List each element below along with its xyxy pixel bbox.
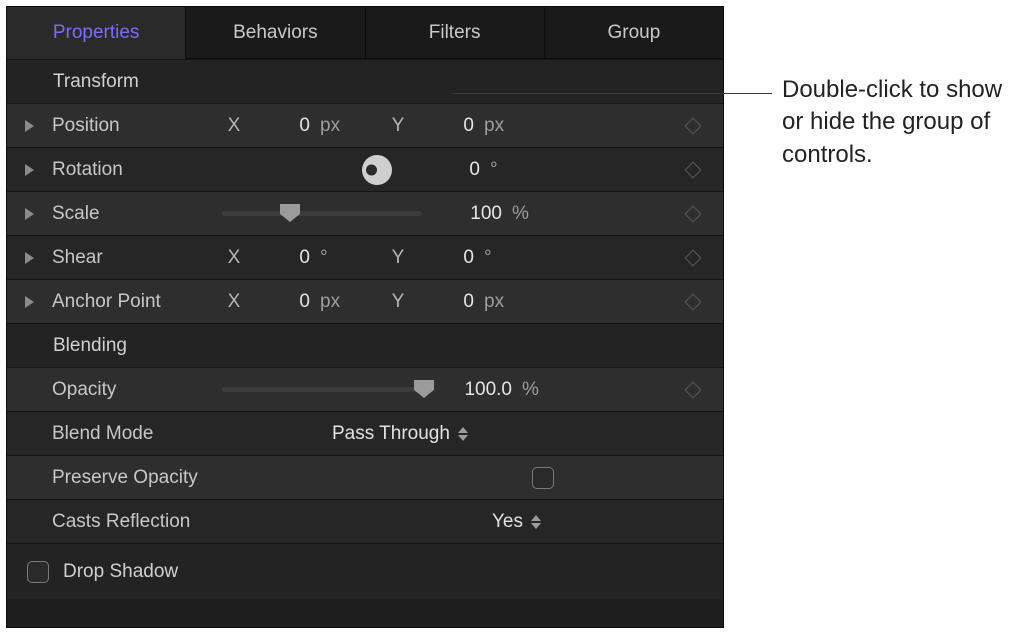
shear-controls: X 0 ° Y 0 ° bbox=[222, 247, 687, 269]
unit-label: ° bbox=[316, 247, 348, 269]
keyframe-diamond-icon[interactable] bbox=[685, 381, 702, 398]
disclosure-triangle-icon[interactable] bbox=[25, 208, 34, 220]
param-label: Preserve Opacity bbox=[52, 467, 252, 489]
section-title: Blending bbox=[53, 335, 127, 357]
casts-reflection-value: Yes bbox=[492, 511, 523, 533]
tab-properties[interactable]: Properties bbox=[7, 7, 186, 59]
slider-thumb-icon[interactable] bbox=[280, 204, 300, 222]
param-label: Shear bbox=[52, 247, 222, 269]
unit-label: px bbox=[316, 291, 348, 313]
unit-label: px bbox=[480, 291, 512, 313]
param-label: Anchor Point bbox=[52, 291, 222, 313]
tab-label: Filters bbox=[429, 22, 481, 44]
keyframe-diamond-icon[interactable] bbox=[685, 205, 702, 222]
param-label: Position bbox=[52, 115, 222, 137]
tab-group[interactable]: Group bbox=[545, 7, 723, 59]
row-rotation: Rotation 0 ° bbox=[7, 147, 723, 191]
casts-reflection-select[interactable]: Yes bbox=[492, 511, 541, 533]
blend-mode-value: Pass Through bbox=[332, 423, 450, 445]
row-preserve-opacity: Preserve Opacity bbox=[7, 455, 723, 499]
unit-label: px bbox=[480, 115, 512, 137]
row-casts-reflection: Casts Reflection Yes bbox=[7, 499, 723, 543]
tab-label: Properties bbox=[53, 22, 140, 44]
anchor-y-value[interactable]: 0 bbox=[416, 291, 474, 313]
row-opacity: Opacity 100.0 % bbox=[7, 367, 723, 411]
axis-label-x: X bbox=[222, 247, 246, 269]
axis-label-y: Y bbox=[386, 247, 410, 269]
param-label: Scale bbox=[52, 203, 222, 225]
shear-y-value[interactable]: 0 bbox=[416, 247, 474, 269]
scale-controls: 100 % bbox=[222, 200, 687, 228]
section-title: Drop Shadow bbox=[63, 561, 178, 583]
section-header-transform[interactable]: Transform bbox=[7, 59, 723, 103]
tab-behaviors[interactable]: Behaviors bbox=[186, 7, 365, 59]
position-x-value[interactable]: 0 bbox=[252, 115, 310, 137]
unit-label: ° bbox=[486, 159, 518, 181]
rotation-dial[interactable] bbox=[362, 155, 392, 185]
param-label: Blend Mode bbox=[52, 423, 222, 445]
keyframe-diamond-icon[interactable] bbox=[685, 249, 702, 266]
axis-label-y: Y bbox=[386, 115, 410, 137]
casts-controls: Yes bbox=[252, 511, 713, 533]
disclosure-triangle-icon[interactable] bbox=[25, 252, 34, 264]
axis-label-y: Y bbox=[386, 291, 410, 313]
unit-label: % bbox=[508, 203, 540, 225]
opacity-controls: 100.0 % bbox=[222, 376, 687, 404]
param-label: Casts Reflection bbox=[52, 511, 252, 533]
anchor-x-value[interactable]: 0 bbox=[252, 291, 310, 313]
slider-thumb-icon[interactable] bbox=[414, 380, 434, 398]
keyframe-diamond-icon[interactable] bbox=[685, 161, 702, 178]
axis-label-x: X bbox=[222, 291, 246, 313]
row-shear: Shear X 0 ° Y 0 ° bbox=[7, 235, 723, 279]
keyframe-diamond-icon[interactable] bbox=[685, 293, 702, 310]
inspector-panel: Properties Behaviors Filters Group Trans… bbox=[6, 6, 724, 628]
updown-arrows-icon bbox=[531, 515, 541, 529]
drop-shadow-checkbox[interactable] bbox=[27, 561, 49, 583]
section-title: Transform bbox=[53, 71, 139, 93]
disclosure-triangle-icon[interactable] bbox=[25, 296, 34, 308]
rotation-value[interactable]: 0 bbox=[398, 159, 480, 181]
tab-bar: Properties Behaviors Filters Group bbox=[7, 7, 723, 59]
position-controls: X 0 px Y 0 px bbox=[222, 115, 687, 137]
tab-filters[interactable]: Filters bbox=[366, 7, 545, 59]
disclosure-triangle-icon[interactable] bbox=[25, 164, 34, 176]
disclosure-triangle-icon[interactable] bbox=[25, 120, 34, 132]
scale-slider[interactable] bbox=[222, 200, 422, 228]
axis-label-x: X bbox=[222, 115, 246, 137]
unit-label: ° bbox=[480, 247, 512, 269]
callout-leader-line bbox=[452, 93, 772, 94]
rotation-controls: 0 ° bbox=[222, 155, 687, 185]
section-header-blending[interactable]: Blending bbox=[7, 323, 723, 367]
unit-label: px bbox=[316, 115, 348, 137]
blend-mode-controls: Pass Through bbox=[222, 423, 713, 445]
row-anchor-point: Anchor Point X 0 px Y 0 px bbox=[7, 279, 723, 323]
tab-label: Group bbox=[607, 22, 660, 44]
anchor-controls: X 0 px Y 0 px bbox=[222, 291, 687, 313]
preserve-opacity-checkbox[interactable] bbox=[532, 467, 554, 489]
row-scale: Scale 100 % bbox=[7, 191, 723, 235]
updown-arrows-icon bbox=[458, 427, 468, 441]
param-label: Rotation bbox=[52, 159, 222, 181]
blend-mode-select[interactable]: Pass Through bbox=[332, 423, 468, 445]
callout-text: Double-click to show or hide the group o… bbox=[782, 74, 1018, 171]
keyframe-diamond-icon[interactable] bbox=[685, 117, 702, 134]
scale-value[interactable]: 100 bbox=[428, 203, 502, 225]
row-position: Position X 0 px Y 0 px bbox=[7, 103, 723, 147]
unit-label: % bbox=[518, 379, 550, 401]
param-label: Opacity bbox=[52, 379, 222, 401]
row-blend-mode: Blend Mode Pass Through bbox=[7, 411, 723, 455]
opacity-value[interactable]: 100.0 bbox=[438, 379, 512, 401]
tab-label: Behaviors bbox=[233, 22, 318, 44]
preserve-controls bbox=[252, 467, 713, 489]
shear-x-value[interactable]: 0 bbox=[252, 247, 310, 269]
position-y-value[interactable]: 0 bbox=[416, 115, 474, 137]
opacity-slider[interactable] bbox=[222, 376, 432, 404]
section-header-drop-shadow[interactable]: Drop Shadow bbox=[7, 543, 723, 599]
